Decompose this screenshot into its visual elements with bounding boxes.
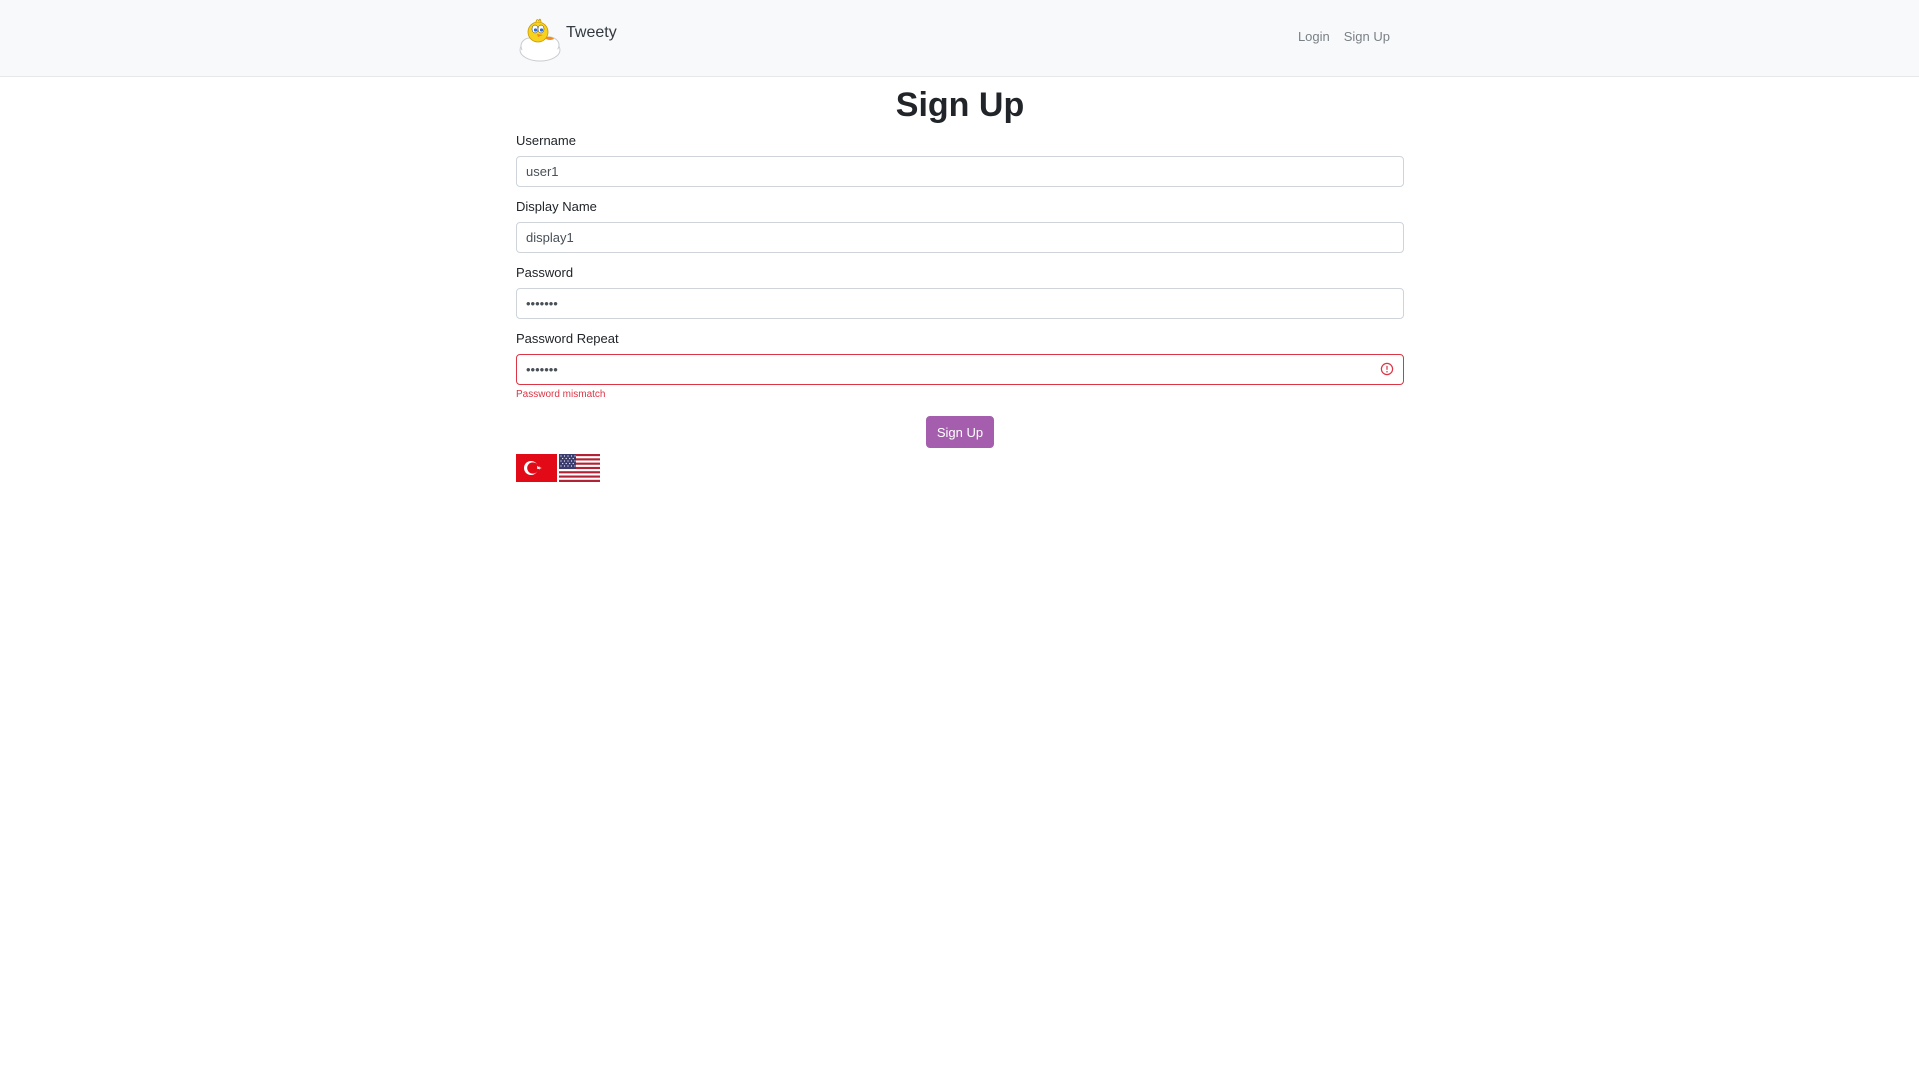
username-input[interactable] (516, 156, 1404, 187)
username-group: Username (516, 131, 1404, 187)
language-selector (516, 454, 1404, 482)
password-repeat-label: Password Repeat (516, 331, 619, 346)
nav-links: Login Sign Up (1291, 29, 1397, 44)
submit-row: Sign Up (516, 416, 1404, 448)
page-title: Sign Up (895, 86, 1025, 124)
password-repeat-input[interactable] (516, 354, 1404, 385)
password-group: Password (516, 263, 1404, 319)
display-name-input[interactable] (516, 222, 1404, 253)
us-flag-icon[interactable] (559, 454, 600, 482)
turkish-flag-icon[interactable] (516, 454, 557, 482)
password-label: Password (516, 265, 574, 280)
navbar: Tweety Login Sign Up (0, 0, 1919, 77)
nav-login-link[interactable]: Login (1291, 29, 1337, 44)
password-input[interactable] (516, 288, 1404, 319)
display-name-label: Display Name (516, 199, 597, 214)
nav-signup-link[interactable]: Sign Up (1337, 29, 1397, 44)
signup-container: Sign Up Username Display Name Password P… (516, 77, 1404, 482)
tweety-bird-on-cloud-icon (519, 18, 561, 62)
display-name-group: Display Name (516, 197, 1404, 253)
brand-link[interactable]: Tweety (516, 10, 617, 66)
brand-name: Tweety (566, 24, 617, 41)
error-circle-icon (1380, 362, 1394, 376)
signup-submit-button[interactable]: Sign Up (925, 416, 995, 448)
password-mismatch-error: Password mismatch (516, 389, 606, 400)
username-label: Username (516, 133, 576, 148)
signup-form: Username Display Name Password Password … (516, 131, 1404, 448)
password-repeat-wrap (516, 354, 1404, 385)
password-repeat-group: Password Repeat Password mismatch (516, 329, 1404, 402)
